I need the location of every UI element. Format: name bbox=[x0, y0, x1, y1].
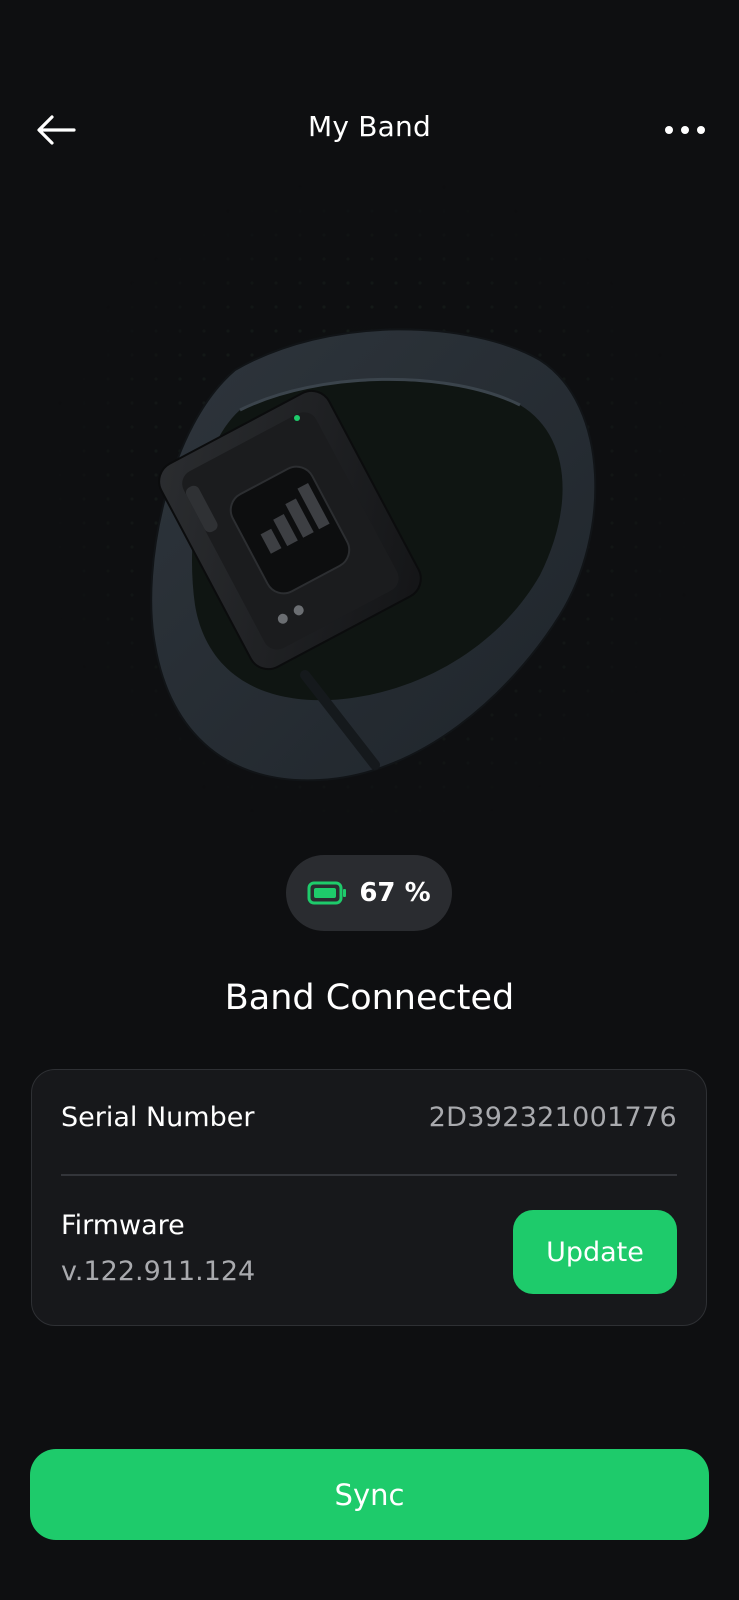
device-info-card: Serial Number 2D392321001776 Firmware v.… bbox=[31, 1069, 707, 1326]
firmware-version: v.122.911.124 bbox=[61, 1256, 256, 1287]
serial-value: 2D392321001776 bbox=[428, 1102, 677, 1133]
battery-icon bbox=[307, 881, 347, 905]
page-title: My Band bbox=[308, 110, 431, 143]
header-bar: My Band bbox=[0, 90, 739, 170]
serial-row: Serial Number 2D392321001776 bbox=[61, 1102, 677, 1142]
battery-indicator: 67 % bbox=[286, 855, 452, 931]
firmware-label: Firmware bbox=[61, 1210, 185, 1241]
battery-level-text: 67 % bbox=[359, 878, 431, 908]
more-options-button[interactable] bbox=[661, 108, 709, 152]
band-hero-image bbox=[0, 175, 739, 815]
update-firmware-button[interactable]: Update bbox=[513, 1210, 677, 1294]
more-horizontal-icon bbox=[665, 126, 705, 134]
serial-label: Serial Number bbox=[61, 1102, 255, 1133]
connection-status: Band Connected bbox=[224, 978, 515, 1018]
sync-button[interactable]: Sync bbox=[30, 1449, 709, 1540]
card-divider bbox=[61, 1174, 677, 1176]
